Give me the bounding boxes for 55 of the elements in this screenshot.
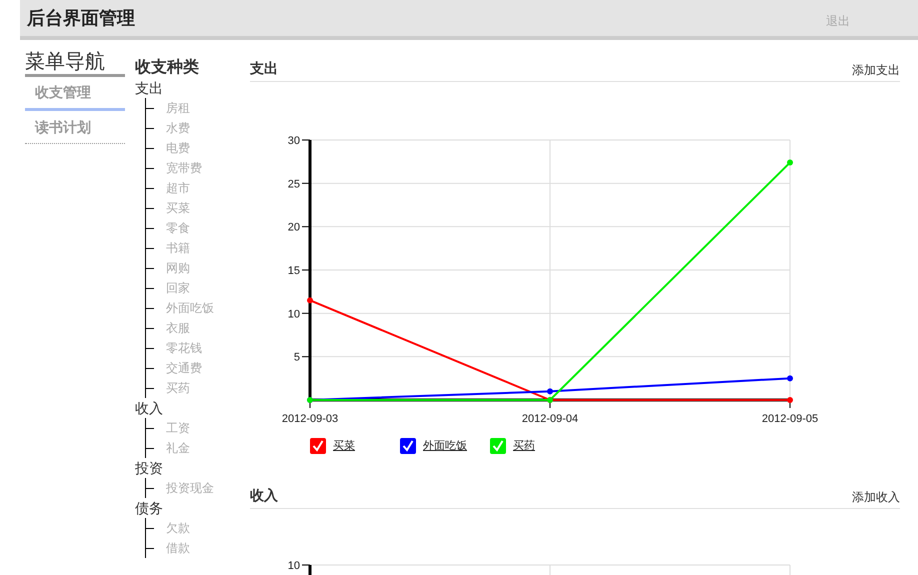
category-item[interactable]: 超市 xyxy=(166,179,190,197)
data-point xyxy=(787,397,793,403)
nav-title: 菜单导航 xyxy=(25,50,125,77)
app-title: 后台界面管理 xyxy=(27,6,135,30)
category-item[interactable]: 回家 xyxy=(166,279,190,297)
category-item[interactable]: 零食 xyxy=(166,219,190,237)
add-link[interactable]: 添加支出 xyxy=(852,61,900,79)
legend-checkbox[interactable] xyxy=(310,438,326,454)
category-item[interactable]: 书籍 xyxy=(166,239,190,257)
section-title: 收入 xyxy=(250,486,278,504)
nav-item[interactable]: 读书计划 xyxy=(25,111,125,144)
data-point xyxy=(787,160,793,166)
category-item[interactable]: 网购 xyxy=(166,259,190,277)
tick-label: 2012-09-03 xyxy=(282,413,338,425)
tick-label: 15 xyxy=(288,265,300,277)
category-item[interactable]: 电费 xyxy=(166,139,190,157)
y-axis xyxy=(302,564,312,575)
category-group[interactable]: 收入 xyxy=(135,398,235,418)
category-item[interactable]: 欠款 xyxy=(166,519,190,537)
category-item[interactable]: 外面吃饭 xyxy=(166,299,214,317)
category-item[interactable]: 宽带费 xyxy=(166,159,202,177)
legend-label[interactable]: 外面吃饭 xyxy=(423,438,467,454)
tick-label: 30 xyxy=(288,135,300,147)
category-item[interactable]: 礼金 xyxy=(166,439,190,457)
tick-label: 20 xyxy=(288,222,300,234)
tick-label: 5 xyxy=(294,352,300,364)
logout-link[interactable]: 退出 xyxy=(826,12,850,30)
nav-item[interactable]: 收支管理 xyxy=(25,77,125,111)
categories-title: 收支种类 xyxy=(135,58,200,78)
tick-label: 2012-09-05 xyxy=(762,413,818,425)
category-item[interactable]: 水费 xyxy=(166,119,190,137)
category-group[interactable]: 投资 xyxy=(135,458,235,478)
category-group[interactable]: 债务 xyxy=(135,498,235,518)
category-item[interactable]: 零花钱 xyxy=(166,339,202,357)
data-point xyxy=(787,375,793,382)
category-item[interactable]: 买药 xyxy=(166,379,190,397)
legend-checkbox[interactable] xyxy=(400,438,416,454)
section-title: 支出 xyxy=(250,59,278,78)
tick-label: 10 xyxy=(288,560,300,572)
tick-label: 2012-09-04 xyxy=(522,413,578,425)
category-group[interactable]: 支出 xyxy=(135,78,235,98)
add-link[interactable]: 添加收入 xyxy=(852,488,900,506)
legend-label[interactable]: 买菜 xyxy=(333,438,355,454)
category-item[interactable]: 买菜 xyxy=(166,199,190,217)
category-item[interactable]: 交通费 xyxy=(166,359,202,377)
tick-label: 10 xyxy=(288,308,300,320)
category-item[interactable]: 衣服 xyxy=(166,319,190,337)
category-item[interactable]: 房租 xyxy=(166,99,190,117)
tick-label: 25 xyxy=(288,178,300,190)
data-point xyxy=(307,297,313,304)
category-item[interactable]: 借款 xyxy=(166,539,190,557)
category-item[interactable]: 工资 xyxy=(166,419,190,437)
data-point xyxy=(547,388,553,394)
legend-label[interactable]: 买药 xyxy=(513,438,535,454)
category-item[interactable]: 投资现金 xyxy=(166,479,214,497)
